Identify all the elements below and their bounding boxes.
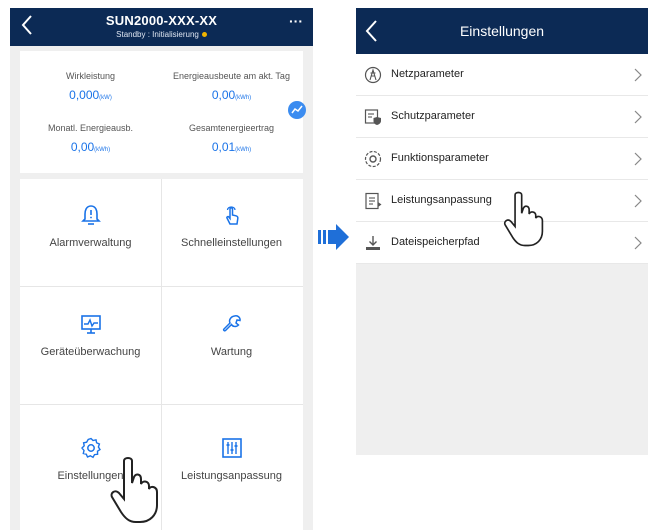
flow-arrow-icon [318, 224, 349, 250]
settings-header: Einstellungen [356, 8, 648, 54]
gear-icon [80, 437, 101, 459]
chevron-right-icon [634, 152, 642, 166]
tile-device-monitoring[interactable]: Geräteüberwachung [20, 312, 161, 358]
stat-value: 0,000 [69, 88, 100, 102]
tile-label: Alarmverwaltung [49, 237, 132, 249]
menu-item-protection-parameters[interactable]: Schutzparameter [356, 96, 648, 138]
grid-divider [20, 286, 303, 287]
tile-label: Leistungsanpassung [181, 470, 282, 482]
chart-trend-icon[interactable] [288, 101, 306, 119]
stat-monthly-yield: Monatl. Energieausb. 0,00(kWh) [20, 123, 161, 154]
tap-hand-icon [110, 457, 158, 523]
app-header: SUN2000-XXX-XX Standby : Initialisierung… [10, 8, 313, 46]
tile-label: Wartung [210, 346, 253, 358]
page-title: Einstellungen [459, 23, 545, 39]
tile-label: Geräteüberwachung [40, 346, 141, 358]
menu-item-label: Dateispeicherpfad [391, 236, 480, 248]
stat-label: Wirkleistung [65, 71, 115, 81]
left-phone-screen: SUN2000-XXX-XX Standby : Initialisierung… [10, 8, 313, 530]
menu-item-label: Netzparameter [391, 68, 464, 80]
chevron-right-icon [634, 68, 642, 82]
wrench-icon [222, 315, 241, 332]
energy-stats-panel: Wirkleistung 0,000(kW) Energieausbeute a… [20, 51, 306, 173]
menu-item-label: Schutzparameter [391, 110, 475, 122]
device-title: SUN2000-XXX-XX [105, 13, 218, 28]
stat-unit: (kWh) [235, 95, 252, 101]
menu-item-grid-parameters[interactable]: Netzparameter [356, 54, 648, 96]
tile-label: Schnelleinstellungen [181, 237, 282, 249]
tile-alarm-management[interactable]: Alarmverwaltung [20, 203, 161, 249]
grid-tower-icon [364, 66, 382, 84]
stat-label: Monatl. Energieausb. [47, 123, 134, 133]
stat-label: Energieausbeute am akt. Tag [173, 71, 290, 81]
stat-unit: (kWh) [94, 147, 111, 153]
stat-unit: (kWh) [235, 147, 252, 153]
stat-value: 0,00 [211, 88, 236, 102]
stat-value: 0,01 [211, 140, 236, 154]
tile-quick-settings[interactable]: Schnelleinstellungen [161, 203, 302, 249]
alarm-bell-icon [80, 205, 101, 225]
chevron-right-icon [634, 110, 642, 124]
stat-daily-yield: Energieausbeute am akt. Tag 0,00(kWh) [161, 71, 302, 102]
monitor-icon [80, 315, 101, 334]
chevron-right-icon [634, 194, 642, 208]
tile-power-adjustment[interactable]: Leistungsanpassung [161, 436, 302, 482]
back-arrow-icon[interactable] [18, 13, 38, 37]
tap-hand-icon [503, 191, 544, 247]
status-text: Standby : Initialisierung [116, 30, 199, 39]
stat-active-power: Wirkleistung 0,000(kW) [20, 71, 161, 102]
stat-label: Gesamtenergieertrag [188, 123, 275, 133]
menu-item-label: Funktionsparameter [391, 152, 489, 164]
power-adjust-icon [365, 192, 382, 210]
tile-maintenance[interactable]: Wartung [161, 312, 302, 358]
sliders-icon [221, 438, 242, 458]
menu-item-function-parameters[interactable]: Funktionsparameter [356, 138, 648, 180]
grid-divider [20, 404, 303, 405]
more-options-icon[interactable]: ··· [285, 14, 307, 34]
device-status: Standby : Initialisierung [70, 30, 253, 39]
function-settings-icon [364, 150, 382, 168]
chevron-right-icon [634, 236, 642, 250]
shield-settings-icon [364, 109, 381, 125]
stat-value: 0,00 [70, 140, 95, 154]
menu-item-label: Leistungsanpassung [391, 194, 492, 206]
stat-total-yield: Gesamtenergieertrag 0,01(kWh) [161, 123, 302, 154]
touch-hand-icon [225, 206, 239, 225]
status-dot-icon [201, 32, 207, 38]
download-path-icon [366, 236, 380, 250]
stat-unit: (kW) [99, 95, 112, 101]
